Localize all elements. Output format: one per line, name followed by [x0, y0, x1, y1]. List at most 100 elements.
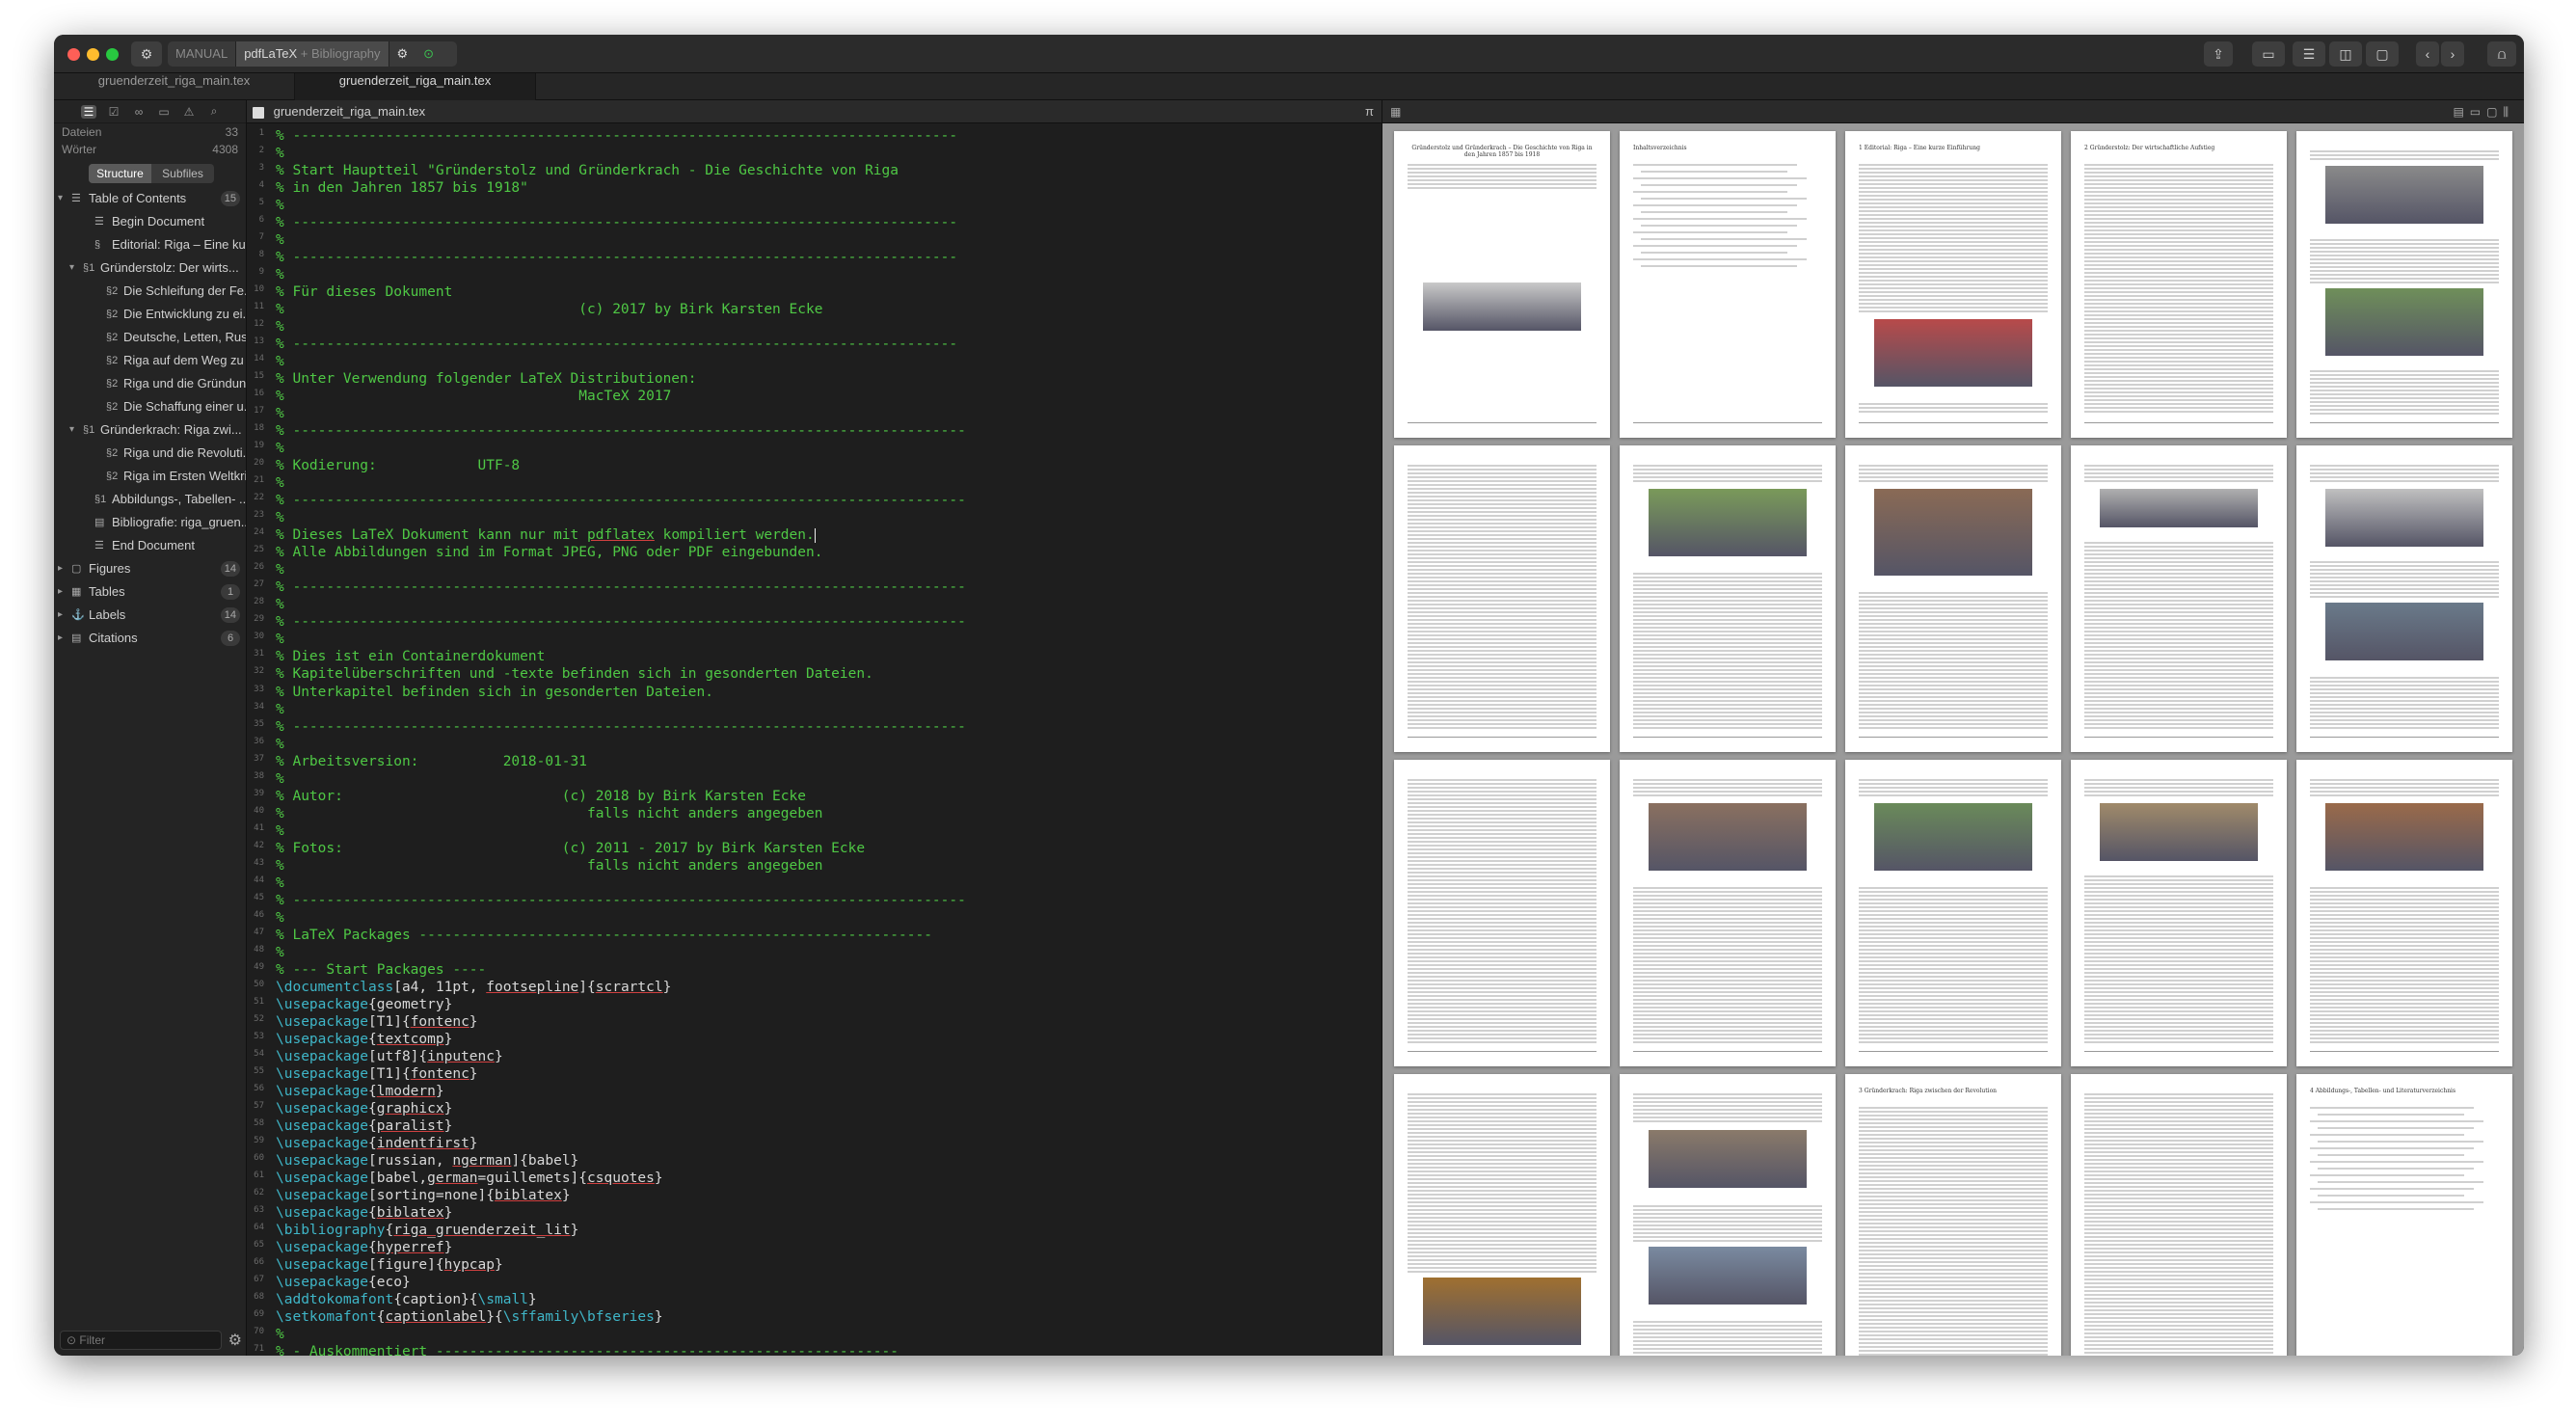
text-line [2084, 1022, 2273, 1024]
folder-icon[interactable]: ▭ [156, 105, 172, 119]
search-icon[interactable]: ⌕ [206, 104, 222, 119]
thumbnail-grid-icon[interactable]: ▦ [1390, 100, 1401, 123]
code-token: { [385, 1222, 394, 1238]
pdf-page-thumbnail[interactable] [1394, 760, 1610, 1066]
disclosure-closed-icon[interactable]: ▸ [58, 557, 63, 580]
pdf-page-thumbnail[interactable]: 4 Abbildungs-, Tabellen- und Literaturve… [2296, 1074, 2512, 1356]
code-line: 39 % Autor: (c) 2018 by Birk Karsten Ecke [247, 789, 1382, 806]
sidebar-tree-item[interactable]: §2 Die Entwicklung zu ei... [54, 303, 246, 326]
sidebar-tree-item[interactable]: ▾ §1 Gründerkrach: Riga zwi... [54, 418, 246, 442]
disclosure-closed-icon[interactable]: ▸ [58, 604, 63, 627]
sidebar-tree-item[interactable]: ▾ ☰ Table of Contents 15 [54, 187, 246, 210]
sidebar-tree-item[interactable]: ☰ Begin Document [54, 210, 246, 233]
pdf-page-thumbnail[interactable]: 2 Gründerstolz: Der wirtschaftliche Aufs… [2071, 131, 2287, 438]
pdf-page-thumbnail[interactable] [1394, 1074, 1610, 1356]
code-token: % [276, 146, 284, 162]
settings-gear-icon[interactable]: ⚙ [389, 41, 416, 67]
sidebar-tree-item[interactable]: ▾ §1 Gründerstolz: Der wirts... [54, 256, 246, 280]
pdf-page-thumbnail[interactable] [1620, 445, 1836, 752]
line-number: 7 [258, 232, 264, 243]
pdf-page-thumbnail[interactable] [1845, 445, 2061, 752]
sidebar-tree-item[interactable]: ▸ ▢ Figures 14 [54, 557, 246, 580]
sidebar-tree-item[interactable]: ▸ ▦ Tables 1 [54, 580, 246, 604]
sidebar-gear-icon[interactable]: ⚙ [228, 1331, 242, 1350]
warning-icon[interactable]: ⚠ [181, 105, 197, 119]
sidebar-tree-item[interactable]: §2 Riga im Ersten Weltkri... [54, 465, 246, 488]
preview-toolbar-icons[interactable]: ▤▭▢⫼ [2453, 100, 2514, 123]
sidebar-tree-item[interactable]: §1 Abbildungs-, Tabellen- ... [54, 488, 246, 511]
pdf-page-thumbnail[interactable]: 3 Gründerkrach: Riga zwischen der Revolu… [1845, 1074, 2061, 1356]
pdf-page-thumbnail[interactable] [2071, 1074, 2287, 1356]
sidebar-tree-item[interactable]: ▸ ▤ Citations 6 [54, 627, 246, 650]
text-line [1408, 681, 1597, 683]
pdf-page-thumbnail[interactable] [2071, 445, 2287, 752]
todo-icon[interactable]: ☑ [106, 105, 121, 119]
sidebar-tree-item[interactable]: §2 Riga und die Revoluti... [54, 442, 246, 465]
filter-input[interactable]: ⊙ Filter [60, 1331, 222, 1350]
pdf-page-thumbnail[interactable]: Inhaltsverzeichnis [1620, 131, 1836, 438]
line-number: 49 [254, 961, 264, 972]
links-icon[interactable]: ∞ [131, 105, 147, 119]
engine-label[interactable]: pdfLaTeX + Bibliography [236, 41, 389, 67]
pdf-page-thumbnail[interactable] [1845, 760, 2061, 1066]
disclosure-open-icon[interactable]: ▾ [58, 187, 63, 210]
tab-gruenderzeit-riga-main-1[interactable]: gruenderzeit_riga_main.tex [54, 73, 295, 100]
compile-mode-label[interactable]: MANUAL [168, 41, 235, 67]
tab-subfiles[interactable]: Subfiles [151, 164, 214, 183]
forward-button[interactable]: › [2441, 41, 2464, 67]
sidebar-tree-item[interactable]: §2 Riga und die Gründun... [54, 372, 246, 395]
pdf-page-thumbnail[interactable] [1620, 760, 1836, 1066]
pdf-page-thumbnail[interactable]: Gründerstolz und Gründerkrach – Die Gesc… [1394, 131, 1610, 438]
text-line [1859, 202, 2048, 204]
symbols-button[interactable]: π [1365, 100, 1374, 123]
text-line [2084, 987, 2273, 989]
code-token: captionlabel [385, 1309, 487, 1326]
sidebar-tree-item[interactable]: §2 Riga auf dem Weg zu ... [54, 349, 246, 372]
layout-list-button[interactable]: ☰ [2293, 41, 2325, 67]
tab-gruenderzeit-riga-main-2[interactable]: gruenderzeit_riga_main.tex [295, 73, 536, 100]
pdf-page-thumbnail[interactable] [2296, 131, 2512, 438]
minimize-window-button[interactable] [87, 48, 99, 61]
pdf-page-thumbnail[interactable] [1394, 445, 1610, 752]
text-line [1408, 638, 1597, 640]
page-footer-line [1408, 737, 1597, 738]
layout-split-button[interactable]: ◫ [2329, 41, 2362, 67]
library-button[interactable]: ⩍ [2487, 41, 2516, 67]
sidebar-tree-item[interactable]: §2 Die Schleifung der Fe... [54, 280, 246, 303]
pdf-preview[interactable]: ▦ ▤▭▢⫼ Gründerstolz und Gründerkrach – D… [1382, 100, 2524, 1356]
tab-structure[interactable]: Structure [89, 164, 151, 183]
layout-preview-button[interactable]: ▢ [2366, 41, 2399, 67]
disclosure-open-icon[interactable]: ▾ [69, 418, 74, 442]
pdf-page-thumbnail[interactable] [2296, 445, 2512, 752]
pdf-page-thumbnail[interactable] [1620, 1074, 1836, 1356]
share-button[interactable]: ⇪ [2204, 41, 2233, 67]
text-line [2084, 1221, 2273, 1223]
text-line [2310, 255, 2499, 256]
pdf-page-thumbnail[interactable]: 1 Editorial: Riga – Eine kurze Einführun… [1845, 131, 2061, 438]
typeset-status-icon[interactable]: ⊙ [416, 41, 442, 67]
typeset-options-button[interactable]: ⚙ [131, 41, 162, 67]
back-button[interactable]: ‹ [2416, 41, 2439, 67]
disclosure-open-icon[interactable]: ▾ [69, 256, 74, 280]
editor-filename: gruenderzeit_riga_main.tex [273, 104, 426, 119]
sidebar-tree-item[interactable]: §2 Die Schaffung einer u... [54, 395, 246, 418]
disclosure-closed-icon[interactable]: ▸ [58, 627, 63, 650]
text-line [2310, 692, 2499, 694]
layout-editor-button[interactable]: ▭ [2252, 41, 2285, 67]
sidebar-tree-item[interactable]: ☰ End Document [54, 534, 246, 557]
zoom-window-button[interactable] [106, 48, 119, 61]
text-line [1633, 715, 1822, 717]
close-window-button[interactable] [67, 48, 80, 61]
text-line [1859, 1203, 2048, 1205]
source-editor[interactable]: gruenderzeit_riga_main.tex π 1 % --------… [247, 100, 1382, 1356]
sidebar-tree-item[interactable]: § Editorial: Riga – Eine kur... [54, 233, 246, 256]
pdf-page-thumbnail[interactable] [2071, 760, 2287, 1066]
disclosure-closed-icon[interactable]: ▸ [58, 580, 63, 604]
text-line [1408, 910, 1597, 912]
sidebar-tree-item[interactable]: ▤ Bibliografie: riga_gruen... [54, 511, 246, 534]
sidebar-tree-item[interactable]: ▸ ⚓ Labels 14 [54, 604, 246, 627]
text-line [1408, 1178, 1597, 1180]
sidebar-tree-item[interactable]: §2 Deutsche, Letten, Rus... [54, 326, 246, 349]
outline-icon[interactable]: ☰ [81, 104, 96, 119]
pdf-page-thumbnail[interactable] [2296, 760, 2512, 1066]
